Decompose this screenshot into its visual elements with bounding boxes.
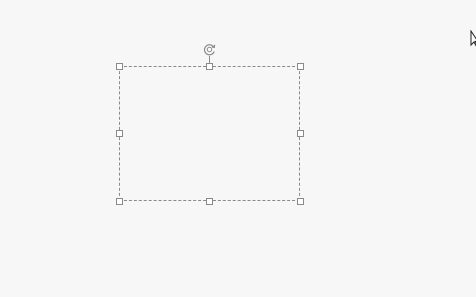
resize-handle-middle-right[interactable]: [297, 130, 304, 137]
resize-handle-top-right[interactable]: [297, 63, 304, 70]
rotate-handle-icon[interactable]: [202, 42, 217, 57]
resize-handle-top-left[interactable]: [116, 63, 123, 70]
mouse-pointer-icon: [470, 29, 476, 47]
drawing-canvas[interactable]: [0, 0, 476, 297]
rotate-handle-stem: [209, 56, 210, 63]
resize-handle-bottom-right[interactable]: [297, 198, 304, 205]
resize-handle-top-middle[interactable]: [206, 63, 213, 70]
resize-handle-bottom-middle[interactable]: [206, 198, 213, 205]
resize-handle-middle-left[interactable]: [116, 130, 123, 137]
resize-handle-bottom-left[interactable]: [116, 198, 123, 205]
selected-shape[interactable]: [116, 44, 304, 205]
